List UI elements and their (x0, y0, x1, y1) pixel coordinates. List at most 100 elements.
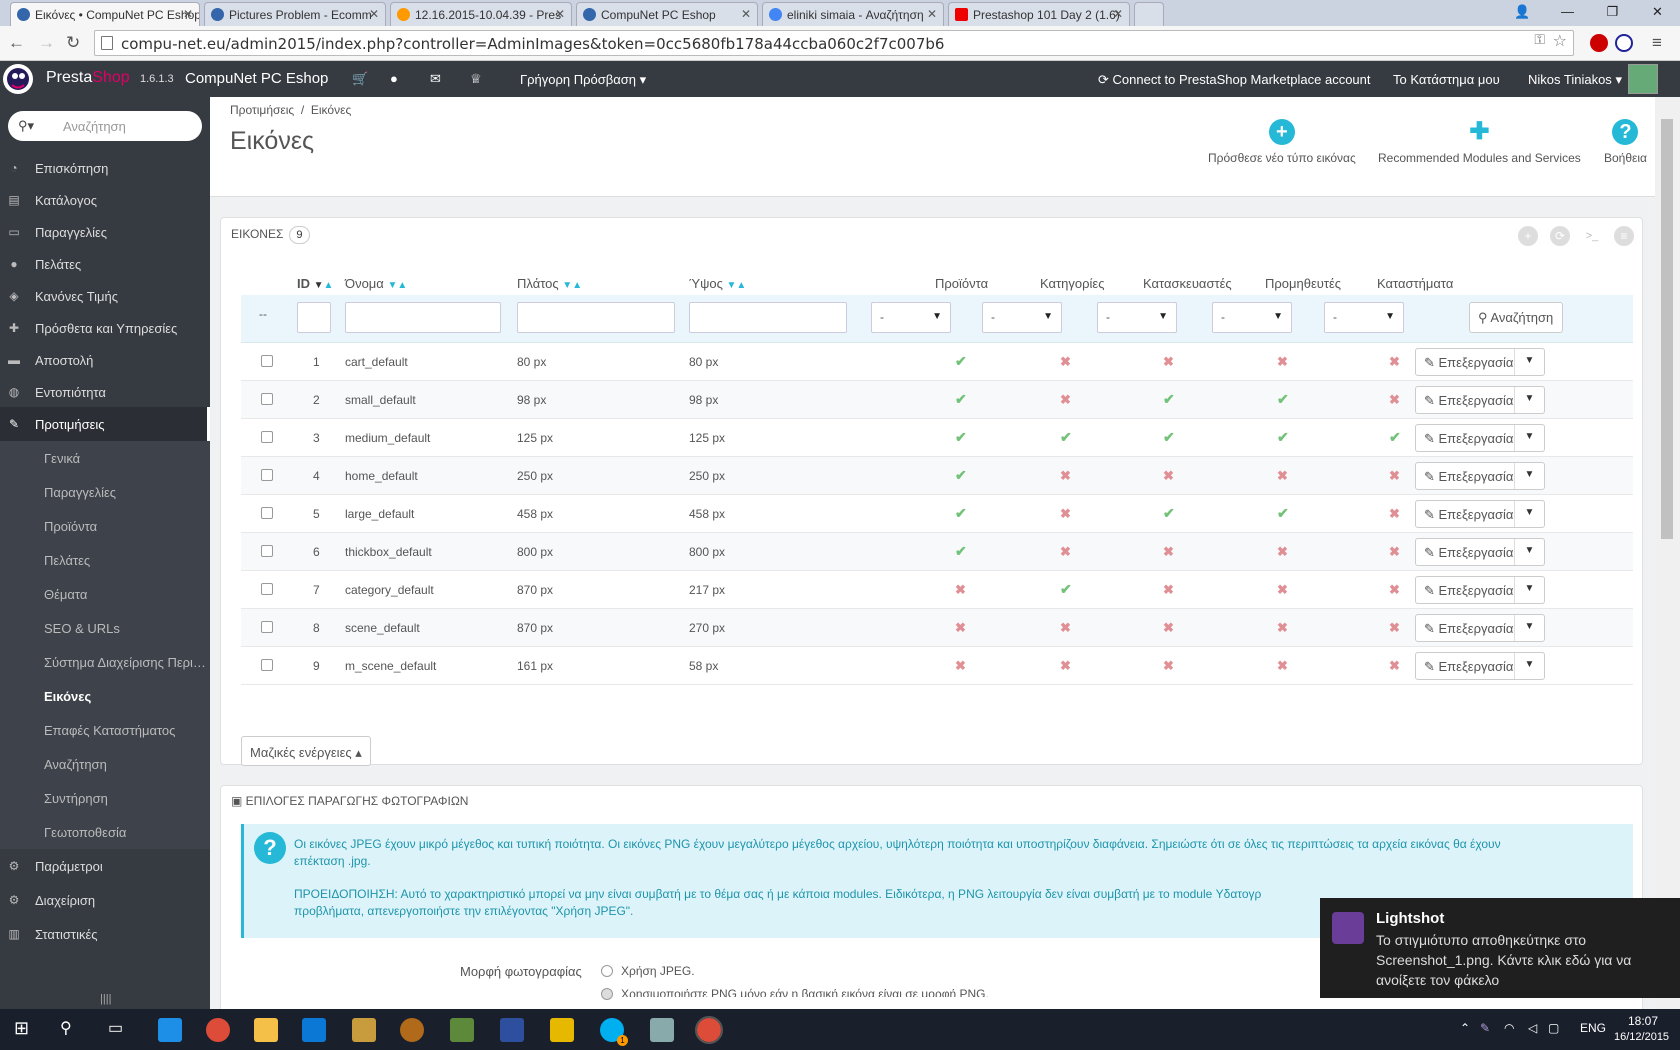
caret-down-icon[interactable]: ▼ (1514, 539, 1544, 565)
table-row[interactable]: 8 scene_default 870 px 270 px ✖ ✖ ✖ ✖ ✖ ✎ Επεξεργ… (241, 609, 1633, 647)
filter-categories-select[interactable]: - ▼ (982, 302, 1062, 333)
column-header-height[interactable]: Ύψος ▼▲ (689, 276, 746, 291)
lightshot-tray-icon[interactable]: ✎ (1480, 1021, 1490, 1035)
key-icon[interactable]: ⚿ (1534, 32, 1545, 48)
check-icon[interactable]: ✔ (1060, 581, 1072, 598)
filter-stores-select[interactable]: - ▼ (1324, 302, 1404, 333)
sidebar-subitem-general[interactable]: Γενικά (0, 441, 210, 475)
caret-down-icon[interactable]: ▼ (1514, 387, 1544, 413)
sort-asc-icon[interactable]: ▲ (324, 280, 334, 291)
filter-name-input[interactable] (345, 302, 501, 333)
close-icon[interactable]: ✕ (1113, 7, 1123, 21)
check-icon[interactable]: ✔ (1163, 391, 1175, 408)
sort-desc-icon[interactable]: ▼ (562, 280, 572, 291)
cross-icon[interactable]: ✖ (1060, 620, 1071, 636)
chrome-icon[interactable] (206, 1018, 230, 1042)
cross-icon[interactable]: ✖ (955, 620, 966, 636)
blocker-extension-icon[interactable] (1615, 34, 1633, 52)
sidebar-item-orders[interactable]: ▭ Παραγγελίες (0, 215, 210, 249)
language-indicator[interactable]: ENG (1580, 1021, 1606, 1035)
filter-height-input[interactable] (689, 302, 847, 333)
sidebar-subitem-themes[interactable]: Θέματα (0, 577, 210, 611)
user-profile-icon[interactable]: 👤 (1500, 0, 1545, 26)
back-arrow-icon[interactable]: ← (8, 33, 25, 53)
row-checkbox[interactable] (261, 545, 273, 557)
cross-icon[interactable]: ✖ (1060, 354, 1071, 370)
cross-icon[interactable]: ✖ (1163, 658, 1174, 674)
cross-icon[interactable]: ✖ (1389, 506, 1400, 522)
table-row[interactable]: 3 medium_default 125 px 125 px ✔ ✔ ✔ ✔ ✔ ✎ Επεξερ… (241, 419, 1633, 457)
cross-icon[interactable]: ✖ (955, 582, 966, 598)
skype-icon[interactable]: 1 (600, 1018, 628, 1046)
file-explorer-icon[interactable] (254, 1018, 278, 1042)
caret-down-icon[interactable]: ▼ (1514, 425, 1544, 451)
app-icon[interactable] (650, 1018, 674, 1042)
sidebar-subitem-products[interactable]: Προϊόντα (0, 509, 210, 543)
cross-icon[interactable]: ✖ (1060, 392, 1071, 408)
add-new-icon[interactable]: + (1518, 226, 1538, 246)
cross-icon[interactable]: ✖ (1060, 658, 1071, 674)
sort-asc-icon[interactable]: ▲ (397, 280, 407, 291)
minimize-icon[interactable]: — (1545, 0, 1590, 26)
table-row[interactable]: 6 thickbox_default 800 px 800 px ✔ ✖ ✖ ✖ ✖ ✎ Επεξ… (241, 533, 1633, 571)
sidebar-subitem-orders[interactable]: Παραγγελίες (0, 475, 210, 509)
check-icon[interactable]: ✔ (955, 543, 967, 560)
sidebar-item-administration[interactable]: ⚙ Διαχείριση (0, 883, 210, 917)
sidebar-item-catalog[interactable]: ▤ Κατάλογος (0, 183, 210, 217)
cross-icon[interactable]: ✖ (1060, 506, 1071, 522)
sidebar-subitem-customers[interactable]: Πελάτες (0, 543, 210, 577)
user-icon[interactable]: ● (390, 71, 398, 86)
filter-search-button[interactable]: ⚲ Αναζήτηση (1469, 302, 1563, 333)
cross-icon[interactable]: ✖ (1163, 620, 1174, 636)
sort-desc-icon[interactable]: ▼ (387, 280, 397, 291)
sidebar-item-localization[interactable]: ◍ Εντοπιότητα (0, 375, 210, 409)
sidebar-item-shipping[interactable]: ▬ Αποστολή (0, 343, 210, 377)
sidebar-subitem-maintenance[interactable]: Συντήρηση (0, 781, 210, 815)
sort-desc-icon[interactable]: ▼ (727, 280, 737, 291)
edit-button[interactable]: ✎ Επεξεργασία ▼ (1415, 576, 1545, 604)
cross-icon[interactable]: ✖ (1389, 582, 1400, 598)
close-icon[interactable]: ✕ (741, 7, 751, 21)
cross-icon[interactable]: ✖ (1389, 392, 1400, 408)
sidebar-item-price-rules[interactable]: ◈ Κανόνες Τιμής (0, 279, 210, 313)
close-icon[interactable]: ✕ (927, 7, 937, 21)
cross-icon[interactable]: ✖ (1389, 544, 1400, 560)
edit-button[interactable]: ✎ Επεξεργασία ▼ (1415, 614, 1545, 642)
notifications-icon[interactable]: ▢ (1548, 1021, 1559, 1035)
check-icon[interactable]: ✔ (955, 353, 967, 370)
cross-icon[interactable]: ✖ (1389, 620, 1400, 636)
filter-suppliers-select[interactable]: - ▼ (1212, 302, 1292, 333)
column-header-id[interactable]: ID ▼▲ (297, 276, 333, 291)
sidebar-subitem-images[interactable]: Εικόνες (0, 679, 210, 713)
edit-button[interactable]: ✎ Επεξεργασία ▼ (1415, 386, 1545, 414)
cross-icon[interactable]: ✖ (1163, 582, 1174, 598)
check-icon[interactable]: ✔ (1277, 505, 1289, 522)
check-icon[interactable]: ✔ (955, 429, 967, 446)
close-icon[interactable]: ✕ (369, 7, 379, 21)
close-window-icon[interactable]: ✕ (1635, 0, 1680, 26)
cross-icon[interactable]: ✖ (1389, 354, 1400, 370)
table-row[interactable]: 5 large_default 458 px 458 px ✔ ✖ ✔ ✔ ✖ ✎ Επεξεργ… (241, 495, 1633, 533)
scrollbar-thumb[interactable] (1661, 119, 1673, 539)
avatar[interactable] (1628, 64, 1658, 94)
row-checkbox[interactable] (261, 583, 273, 595)
sidebar-item-dashboard[interactable]: ◔ Επισκόπηση (0, 151, 210, 185)
database-export-icon[interactable]: ≡ (1614, 226, 1634, 246)
league-icon[interactable] (352, 1018, 376, 1042)
sidebar-search[interactable]: ⚲▾ Αναζήτηση (8, 111, 202, 141)
browser-tab[interactable]: eliniki simaia - Αναζήτηση ✕ (762, 2, 944, 26)
game-icon[interactable] (400, 1018, 424, 1042)
sort-desc-icon[interactable]: ▼ (314, 280, 324, 291)
app-icon[interactable] (500, 1018, 524, 1042)
filter-manufacturers-select[interactable]: - ▼ (1097, 302, 1177, 333)
filter-width-input[interactable] (517, 302, 675, 333)
sidebar-subitem-seo[interactable]: SEO & URLs (0, 611, 210, 645)
caret-down-icon[interactable]: ▼ (1514, 577, 1544, 603)
cross-icon[interactable]: ✖ (1277, 468, 1288, 484)
column-header-width[interactable]: Πλάτος ▼▲ (517, 276, 582, 291)
table-row[interactable]: 1 cart_default 80 px 80 px ✔ ✖ ✖ ✖ ✖ ✎ Επεξεργασί… (241, 343, 1633, 381)
png-radio[interactable] (601, 988, 613, 1000)
store-icon[interactable] (302, 1018, 326, 1042)
browser-tab[interactable]: CompuNet PC Eshop ✕ (576, 2, 758, 26)
check-icon[interactable]: ✔ (1277, 429, 1289, 446)
